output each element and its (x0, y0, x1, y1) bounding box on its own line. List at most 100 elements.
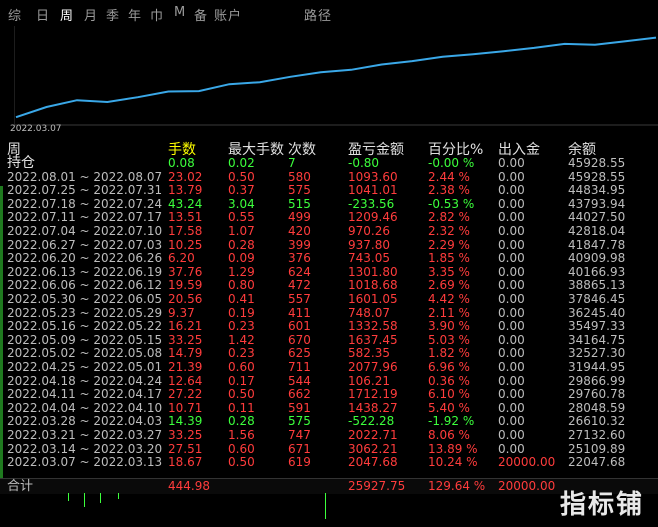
row-max-hands: 0.50 (228, 169, 255, 184)
row-count: 662 (288, 387, 311, 402)
row-max-hands: 0.11 (228, 400, 255, 415)
row-balance: 36245.40 (568, 305, 626, 320)
row-pnl: 2047.68 (348, 455, 398, 470)
table-row[interactable]: 2022.04.25 ~ 2022.05.01 21.39 0.60 711 2077.… (0, 360, 658, 375)
table-row[interactable]: 2022.06.27 ~ 2022.07.03 10.25 0.28 399 937.8… (0, 237, 658, 253)
row-count: 544 (288, 373, 311, 388)
row-flow: 0.00 (498, 360, 525, 374)
tab-2[interactable]: 周 (60, 5, 74, 24)
row-flow: 0.00 (498, 414, 525, 429)
table-row[interactable]: 2022.03.28 ~ 2022.04.03 14.39 0.28 575 -522.… (0, 415, 658, 429)
row-count: 624 (288, 264, 311, 279)
row-percent: 2.82 % (428, 210, 470, 225)
table-row[interactable]: 2022.03.14 ~ 2022.03.20 27.51 0.60 671 3062.… (0, 441, 658, 457)
row-flow: 0.00 (498, 196, 525, 211)
tab-8[interactable]: 备 (194, 5, 208, 24)
row-count: 472 (288, 278, 311, 293)
table-row[interactable]: 2022.04.11 ~ 2022.04.17 27.22 0.50 662 1712.… (0, 388, 658, 402)
row-pnl: 743.05 (348, 251, 390, 266)
row-balance: 27132.60 (568, 428, 626, 442)
row-hands: 33.25 (168, 428, 203, 442)
tab-9[interactable]: 账户 (214, 5, 242, 24)
row-max-hands: 0.41 (228, 292, 255, 306)
row-flow: 0.00 (498, 319, 525, 334)
row-hands: 37.76 (168, 264, 203, 279)
volume-bar (68, 493, 69, 501)
row-balance: 22047.68 (568, 455, 626, 470)
row-week: 2022.05.02 ~ 2022.05.08 (7, 346, 163, 361)
position-row[interactable]: 持仓 0.08 0.02 7 -0.80 -0.00 % 0.00 45928.55 (0, 156, 658, 171)
row-pnl: 1601.05 (348, 292, 398, 306)
table-row[interactable]: 2022.07.11 ~ 2022.07.17 13.51 0.55 499 1209.… (0, 211, 658, 225)
tab-10[interactable]: 路径 (304, 5, 332, 24)
row-balance: 40909.98 (568, 251, 626, 266)
row-percent: -0.53 % (428, 196, 475, 211)
row-flow: 0.00 (498, 332, 525, 347)
table-row[interactable]: 2022.07.18 ~ 2022.07.24 43.24 3.04 515 -233.… (0, 196, 658, 212)
table-row[interactable]: 2022.06.06 ~ 2022.06.12 19.59 0.80 472 1018.… (0, 279, 658, 293)
row-count: 591 (288, 400, 311, 415)
row-flow: 0.00 (498, 183, 525, 198)
table-row[interactable]: 2022.05.02 ~ 2022.05.08 14.79 0.23 625 582.3… (0, 347, 658, 361)
row-flow: 0.00 (498, 169, 525, 184)
table-row[interactable]: 2022.07.04 ~ 2022.07.10 17.58 1.07 420 970.2… (0, 224, 658, 239)
table-row[interactable]: 2022.04.04 ~ 2022.04.10 10.71 0.11 591 1438.… (0, 400, 658, 416)
table-row[interactable]: 2022.05.16 ~ 2022.05.22 16.21 0.23 601 1332.… (0, 320, 658, 334)
tab-3[interactable]: 月 (84, 5, 98, 24)
table-row[interactable]: 2022.07.25 ~ 2022.07.31 13.79 0.37 575 1041.… (0, 184, 658, 198)
row-balance: 42818.04 (568, 224, 626, 238)
row-hands: 13.51 (168, 210, 203, 225)
row-percent: 3.90 % (428, 319, 470, 334)
row-percent: 2.11 % (428, 305, 470, 320)
row-pnl: 937.80 (348, 237, 390, 252)
row-balance: 41847.78 (568, 237, 626, 252)
tab-1[interactable]: 日 (36, 5, 50, 24)
row-count: 601 (288, 319, 311, 334)
table-row[interactable]: 2022.08.01 ~ 2022.08.07 23.02 0.50 580 1093.… (0, 169, 658, 185)
row-flow: 0.00 (498, 400, 525, 415)
table-row[interactable]: 2022.05.23 ~ 2022.05.29 9.37 0.19 411 748.07… (0, 305, 658, 321)
row-pnl: -522.28 (348, 414, 395, 429)
tab-7[interactable]: M (174, 5, 186, 20)
row-hands: 21.39 (168, 360, 203, 374)
row-max-hands: 0.50 (228, 455, 255, 470)
row-balance: 32527.30 (568, 346, 626, 361)
row-pnl: 1093.60 (348, 169, 398, 184)
row-balance: 45928.55 (568, 169, 626, 184)
row-hands: 10.25 (168, 237, 203, 252)
row-week: 2022.05.23 ~ 2022.05.29 (7, 305, 163, 320)
tab-0[interactable]: 综 (8, 5, 22, 24)
table-header: 周 手数 最大手数 次数 盈亏金额 百分比% 出入金 余额 (0, 139, 658, 158)
table-row[interactable]: 2022.05.09 ~ 2022.05.15 33.25 1.42 670 1637.… (0, 332, 658, 348)
row-count: 420 (288, 224, 311, 238)
table-row[interactable]: 2022.05.30 ~ 2022.06.05 20.56 0.41 557 1601.… (0, 292, 658, 307)
row-percent: 1.82 % (428, 346, 470, 361)
row-pnl: -0.80 (348, 156, 380, 170)
row-flow: 0.00 (498, 278, 525, 293)
tab-5[interactable]: 年 (128, 5, 142, 24)
row-count: 515 (288, 196, 311, 211)
row-percent: 6.96 % (428, 360, 470, 374)
row-percent: 13.89 % (428, 441, 478, 456)
row-hands: 18.67 (168, 455, 203, 470)
row-week: 2022.07.25 ~ 2022.07.31 (7, 183, 163, 198)
row-hands: 16.21 (168, 319, 203, 334)
total-percent: 129.64 % (428, 479, 486, 493)
row-flow: 0.00 (498, 373, 525, 388)
row-max-hands: 0.09 (228, 251, 255, 266)
table-row[interactable]: 2022.06.13 ~ 2022.06.19 37.76 1.29 624 1301.… (0, 264, 658, 280)
row-pnl: 1018.68 (348, 278, 398, 293)
row-max-hands: 0.17 (228, 373, 255, 388)
table-row[interactable]: 2022.06.20 ~ 2022.06.26 6.20 0.09 376 743.05… (0, 252, 658, 266)
tab-4[interactable]: 季 (106, 5, 120, 24)
row-pnl: 582.35 (348, 346, 390, 361)
row-max-hands: 1.29 (228, 264, 255, 279)
table-row[interactable]: 2022.03.07 ~ 2022.03.13 18.67 0.50 619 2047.… (0, 456, 658, 470)
row-week: 2022.04.25 ~ 2022.05.01 (7, 360, 163, 374)
chart-start-date: 2022.03.07 (10, 124, 62, 134)
table-row[interactable]: 2022.03.21 ~ 2022.03.27 33.25 1.56 747 2022.… (0, 428, 658, 443)
row-hands: 23.02 (168, 169, 203, 184)
table-row[interactable]: 2022.04.18 ~ 2022.04.24 12.64 0.17 544 106.2… (0, 373, 658, 389)
tab-6[interactable]: 巾 (150, 5, 164, 24)
row-count: 399 (288, 237, 311, 252)
